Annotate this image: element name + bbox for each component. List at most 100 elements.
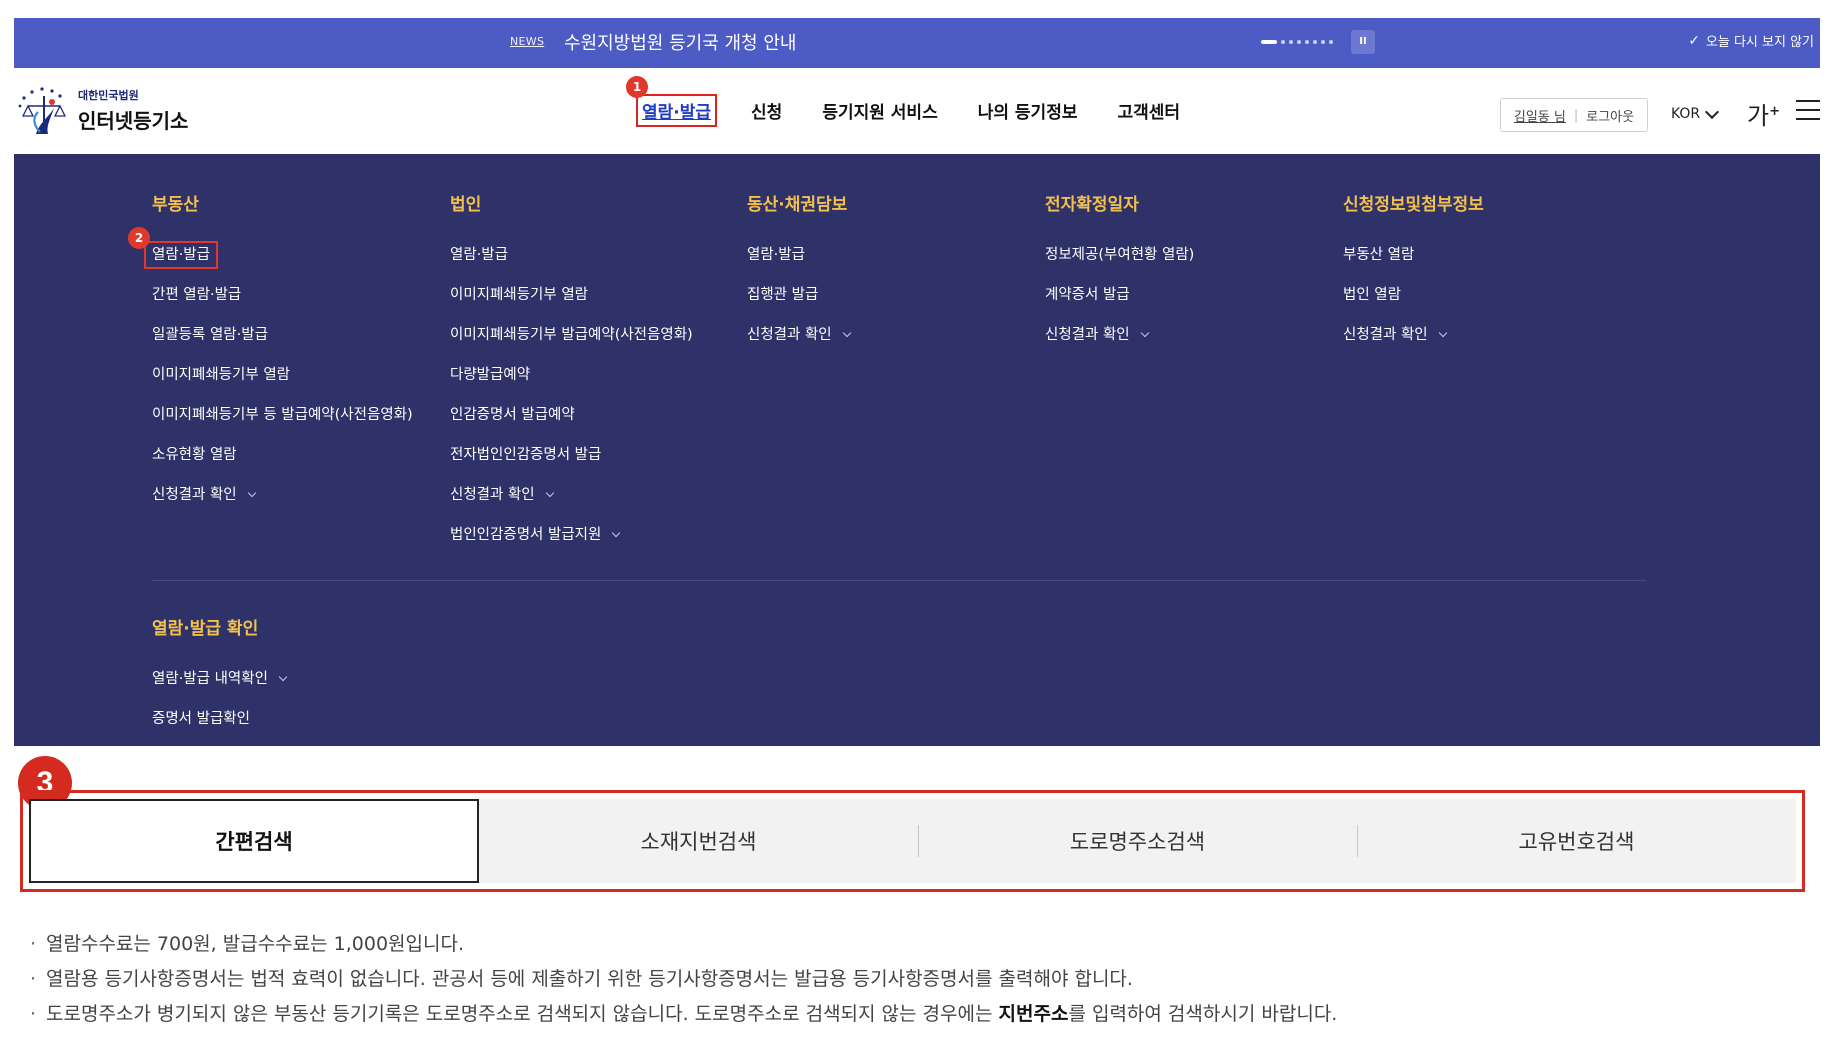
menu-item[interactable]: 이미지폐쇄등기부 발급예약(사전음영화) — [450, 325, 693, 365]
menu-item-expandable[interactable]: 열람·발급 내역확인 — [152, 669, 288, 709]
menu-item-label: 법인인감증명서 발급지원 — [450, 527, 602, 543]
menu-item[interactable]: 열람·발급 — [450, 245, 693, 285]
bullet: · — [30, 968, 37, 990]
nav-customer-center[interactable]: 고객센터 — [1117, 98, 1180, 123]
step-badge-1: 1 — [626, 76, 648, 98]
nav-support-service[interactable]: 등기지원 서비스 — [822, 98, 937, 123]
menu-item-expandable[interactable]: 신청결과 확인 — [1045, 325, 1194, 365]
banner-dot[interactable] — [1313, 40, 1317, 44]
menu-item[interactable]: 부동산 열람 — [1343, 245, 1484, 285]
site-logo[interactable]: 대한민국법원 인터넷등기소 — [14, 82, 188, 138]
user-box: 김일동 님 | 로그아웃 — [1500, 98, 1648, 132]
news-headline-link[interactable]: 수원지방법원 등기국 개청 안내 — [564, 29, 796, 55]
nav-view-issue[interactable]: 1 열람·발급 — [626, 76, 718, 127]
banner-dot[interactable] — [1261, 40, 1277, 44]
notice-emphasis: 지번주소 — [998, 1003, 1069, 1025]
chevron-down-icon — [545, 488, 554, 498]
tab-unique-number-search[interactable]: 고유번호검색 — [1357, 799, 1796, 883]
menu-column-title: 부동산 — [152, 195, 199, 215]
menu-item[interactable]: 다량발급예약 — [450, 365, 693, 405]
menu-column-title: 신청정보및첨부정보 — [1343, 195, 1484, 215]
banner-pager[interactable] — [1261, 40, 1333, 44]
banner-dot[interactable] — [1321, 40, 1325, 44]
notice-text: 열람수수료는 700원, 발급수수료는 1,000원입니다. — [46, 933, 465, 955]
menu-item[interactable]: 계약증서 발급 — [1045, 285, 1194, 325]
court-emblem-icon — [18, 87, 67, 134]
menu-column-title: 전자확정일자 — [1045, 195, 1139, 215]
menu-item-real-estate-view-issue[interactable]: 2 열람·발급 — [128, 227, 413, 285]
tab-road-address-search[interactable]: 도로명주소검색 — [918, 799, 1357, 883]
menu-item[interactable]: 전자법인인감증명서 발급 — [450, 445, 693, 485]
menu-divider — [152, 580, 1646, 581]
menu-item[interactable]: 이미지폐쇄등기부 열람 — [450, 285, 693, 325]
notice-text: 열람용 등기사항증명서는 법적 효력이 없습니다. 관공서 등에 제출하기 위한… — [46, 968, 1133, 990]
menu-item[interactable]: 법인 열람 — [1343, 285, 1484, 325]
font-size-label: 가 — [1747, 102, 1770, 130]
menu-column-movable-collateral: 동산·채권담보 열람·발급 집행관 발급 신청결과 확인 — [747, 190, 851, 365]
menu-column-view-issue-check: 열람·발급 확인 열람·발급 내역확인 증명서 발급확인 — [152, 614, 288, 749]
notice-list: · 열람수수료는 700원, 발급수수료는 1,000원입니다. · 열람용 등기사… — [30, 932, 1337, 1037]
chevron-down-icon — [842, 328, 851, 338]
search-tabs-highlight: 간편검색 소재지번검색 도로명주소검색 고유번호검색 — [20, 790, 1805, 892]
menu-item[interactable]: 이미지폐쇄등기부 열람 — [152, 365, 413, 405]
banner-dot[interactable] — [1281, 40, 1285, 44]
logout-button[interactable]: 로그아웃 — [1586, 106, 1634, 125]
menu-item-label: 열람·발급 내역확인 — [152, 671, 268, 687]
nav-my-registry[interactable]: 나의 등기정보 — [978, 98, 1078, 123]
menu-column-fixed-date: 전자확정일자 정보제공(부여현황 열람) 계약증서 발급 신청결과 확인 — [1045, 190, 1194, 365]
hamburger-menu-icon[interactable] — [1796, 100, 1820, 120]
menu-item[interactable]: 집행관 발급 — [747, 285, 850, 325]
chevron-down-icon — [278, 672, 288, 682]
banner-dot[interactable] — [1289, 40, 1293, 44]
plus-icon: + — [1769, 104, 1780, 119]
notice-item: · 열람수수료는 700원, 발급수수료는 1,000원입니다. — [30, 932, 1337, 967]
main-nav: 1 열람·발급 신청 등기지원 서비스 나의 등기정보 고객센터 — [626, 76, 1220, 127]
menu-item[interactable]: 정보제공(부여현황 열람) — [1045, 245, 1194, 285]
tab-lot-number-search[interactable]: 소재지번검색 — [479, 799, 918, 883]
menu-item-expandable[interactable]: 신청결과 확인 — [152, 485, 413, 525]
menu-column-real-estate: 부동산 2 열람·발급 간편 열람·발급 일괄등록 열람·발급 이미지폐쇄등기부… — [128, 190, 413, 525]
menu-item-label: 열람·발급 — [144, 241, 218, 269]
close-today-button[interactable]: ✓ 오늘 다시 보지 않기 — [1688, 31, 1814, 51]
menu-item-label: 신청결과 확인 — [1343, 327, 1428, 343]
menu-item-expandable[interactable]: 신청결과 확인 — [747, 325, 851, 365]
menu-item[interactable]: 이미지폐쇄등기부 등 발급예약(사전음영화) — [152, 405, 413, 445]
search-tabs: 간편검색 소재지번검색 도로명주소검색 고유번호검색 — [29, 799, 1796, 883]
chevron-down-icon — [1705, 104, 1720, 119]
menu-item[interactable]: 소유현황 열람 — [152, 445, 413, 485]
menu-item-label: 신청결과 확인 — [152, 487, 237, 503]
menu-item[interactable]: 열람·발급 — [747, 245, 850, 285]
menu-item-label: 신청결과 확인 — [747, 327, 832, 343]
check-icon: ✓ — [1688, 32, 1700, 49]
menu-item-expandable[interactable]: 법인인감증명서 발급지원 — [450, 525, 693, 565]
pause-button[interactable]: II — [1351, 30, 1375, 54]
news-banner: NEWS 수원지방법원 등기국 개청 안내 II ✓ 오늘 다시 보지 않기 — [14, 18, 1820, 68]
logo-subtitle: 대한민국법원 — [78, 88, 139, 102]
bullet: · — [30, 1003, 37, 1025]
menu-column-application-info: 신청정보및첨부정보 부동산 열람 법인 열람 신청결과 확인 — [1343, 190, 1484, 365]
banner-dot[interactable] — [1305, 40, 1309, 44]
font-size-button[interactable]: 가+ — [1747, 96, 1780, 131]
menu-item-expandable[interactable]: 신청결과 확인 — [1343, 325, 1484, 365]
menu-item[interactable]: 간편 열람·발급 — [152, 285, 413, 325]
bullet: · — [30, 933, 37, 955]
chevron-down-icon — [247, 488, 256, 498]
menu-item[interactable]: 인감증명서 발급예약 — [450, 405, 693, 445]
menu-column-title: 동산·채권담보 — [747, 195, 848, 215]
menu-item-label: 신청결과 확인 — [450, 487, 535, 503]
language-select[interactable]: KOR — [1671, 104, 1720, 122]
nav-label: 열람·발급 — [642, 103, 712, 123]
menu-item[interactable]: 증명서 발급확인 — [152, 709, 286, 749]
user-name-link[interactable]: 김일동 님 — [1514, 106, 1566, 125]
menu-item[interactable]: 일괄등록 열람·발급 — [152, 325, 413, 365]
chevron-down-icon — [1438, 328, 1447, 338]
tab-simple-search[interactable]: 간편검색 — [29, 799, 479, 883]
nav-apply[interactable]: 신청 — [751, 98, 782, 123]
close-today-label: 오늘 다시 보지 않기 — [1705, 35, 1814, 50]
notice-text: 도로명주소가 병기되지 않은 부동산 등기기록은 도로명주소로 검색되지 않습니… — [46, 1003, 999, 1025]
menu-item-expandable[interactable]: 신청결과 확인 — [450, 485, 693, 525]
menu-item-label: 신청결과 확인 — [1045, 327, 1130, 343]
separator: | — [1573, 107, 1579, 123]
banner-dot[interactable] — [1297, 40, 1301, 44]
banner-dot[interactable] — [1329, 40, 1333, 44]
